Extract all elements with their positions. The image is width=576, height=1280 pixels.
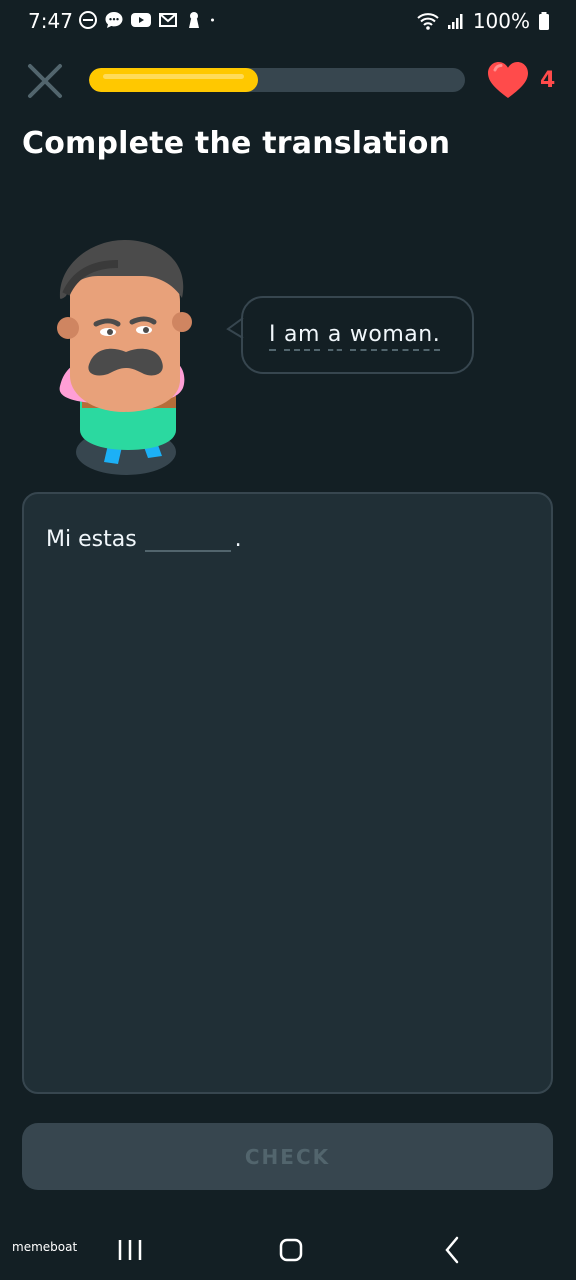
wifi-icon bbox=[417, 13, 439, 30]
progress-fill bbox=[89, 68, 259, 92]
home-icon[interactable] bbox=[271, 1230, 311, 1270]
prompt-word[interactable]: woman. bbox=[349, 322, 441, 351]
speech-bubble: Iam a woman. bbox=[241, 296, 474, 374]
close-icon[interactable] bbox=[24, 60, 66, 102]
prompt-word[interactable]: I bbox=[269, 322, 276, 351]
prompt-word[interactable]: am bbox=[284, 322, 320, 351]
chat-icon bbox=[105, 12, 123, 28]
battery-icon bbox=[539, 12, 549, 30]
back-icon[interactable] bbox=[433, 1230, 473, 1270]
system-nav-bar: memeboat bbox=[0, 1210, 576, 1280]
hearts-counter[interactable]: 4 bbox=[486, 60, 555, 100]
recent-apps-icon[interactable] bbox=[110, 1230, 150, 1270]
signal-icon bbox=[447, 14, 463, 29]
dot-icon bbox=[211, 18, 214, 22]
status-time: 7:47 bbox=[28, 9, 73, 33]
check-button[interactable]: CHECK bbox=[22, 1123, 553, 1190]
notification-icons bbox=[78, 10, 220, 30]
answer-box: Mi estas . bbox=[22, 492, 553, 1094]
character-illustration bbox=[57, 240, 192, 475]
hearts-count: 4 bbox=[540, 67, 556, 93]
youtube-icon bbox=[131, 13, 151, 27]
prompt-sentence: Iam a woman. bbox=[269, 322, 441, 351]
heart-icon bbox=[488, 62, 528, 98]
keyhole-icon bbox=[189, 12, 199, 28]
prompt-word[interactable]: a bbox=[327, 322, 342, 351]
page-title: Complete the translation bbox=[22, 126, 451, 161]
watermark: memeboat bbox=[12, 1240, 78, 1254]
answer-suffix: . bbox=[234, 527, 242, 552]
answer-sentence: Mi estas . bbox=[46, 520, 242, 552]
do-not-disturb-icon bbox=[79, 11, 97, 29]
status-bar: 7:47 100% bbox=[0, 0, 576, 42]
lesson-progress-bar bbox=[89, 68, 465, 92]
gmail-icon bbox=[159, 13, 177, 27]
answer-blank-input[interactable] bbox=[144, 520, 231, 552]
battery-percent: 100% bbox=[472, 9, 530, 33]
answer-prefix: Mi estas bbox=[46, 527, 137, 552]
